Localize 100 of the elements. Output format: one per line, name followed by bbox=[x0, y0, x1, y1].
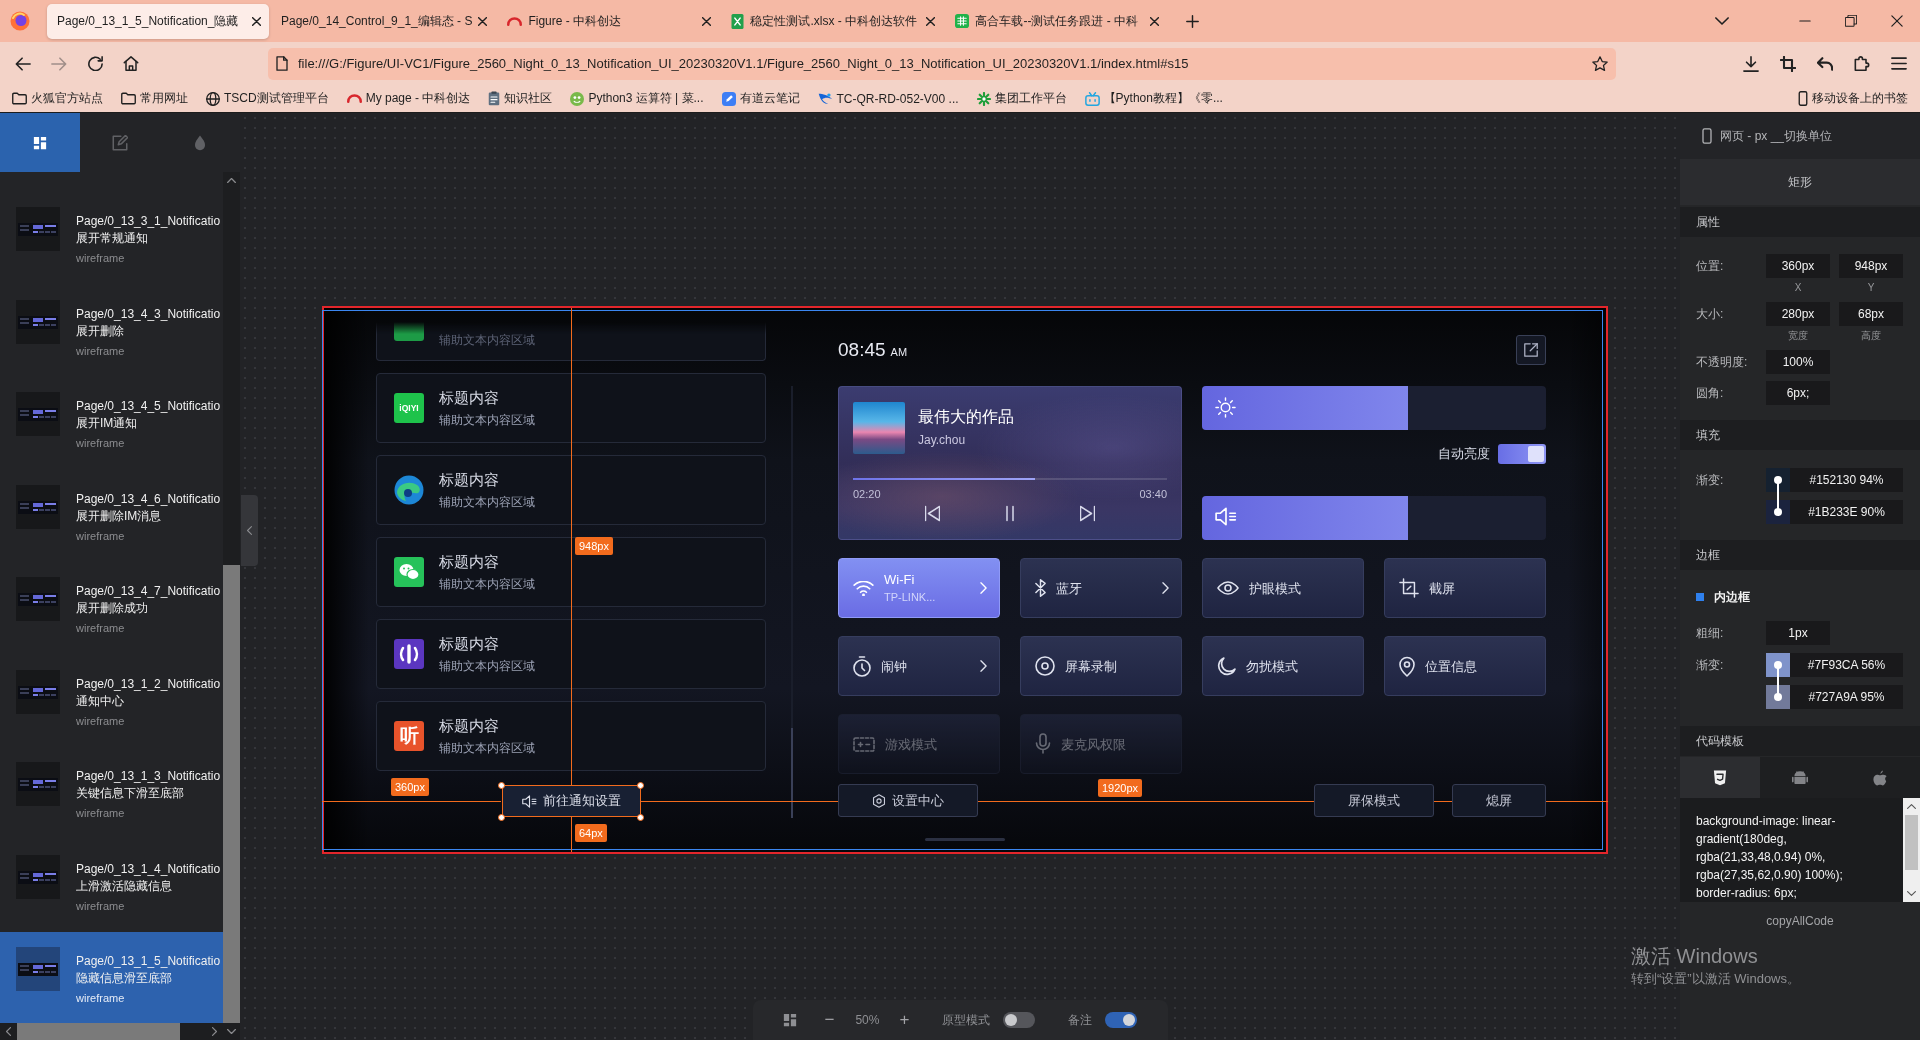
scrollbar-thumb[interactable] bbox=[791, 728, 793, 818]
chevron-down-icon[interactable] bbox=[227, 1029, 236, 1034]
notification-card[interactable]: 听 标题内容 辅助文本内容区域 bbox=[376, 701, 766, 771]
browser-tab[interactable]: Figure - 中科创达 bbox=[497, 3, 720, 39]
gradient-handle-icon[interactable] bbox=[1773, 475, 1783, 517]
scrollbar-thumb[interactable] bbox=[17, 1023, 180, 1040]
value-field[interactable]: 360px bbox=[1766, 254, 1830, 278]
value-field[interactable]: 100% bbox=[1766, 350, 1830, 374]
page-list-item[interactable]: Page/0_13_4_5_Notificatio 展开IM通知 wireframe bbox=[0, 377, 223, 470]
download-icon[interactable] bbox=[1743, 55, 1759, 72]
chevron-down-icon[interactable] bbox=[1715, 17, 1729, 25]
scrollbar-thumb[interactable] bbox=[223, 565, 240, 1023]
curved-arrow-icon[interactable] bbox=[1817, 56, 1833, 71]
resize-handle[interactable] bbox=[637, 813, 644, 821]
quick-setting-tile[interactable]: 截屏 bbox=[1384, 558, 1546, 618]
value-field[interactable]: 68px bbox=[1839, 302, 1903, 326]
bookmark[interactable]: TC-QR-RD-052-V00 ... bbox=[817, 91, 959, 106]
copy-all-code-button[interactable]: copyAllCode bbox=[1680, 902, 1920, 940]
bookmark[interactable]: Python3 运算符 | 菜... bbox=[570, 90, 704, 107]
plus-icon[interactable] bbox=[1186, 14, 1200, 28]
bookmark[interactable]: 移动设备上的书签 bbox=[1798, 90, 1908, 107]
close-icon[interactable] bbox=[702, 16, 712, 26]
crop-icon[interactable] bbox=[1780, 55, 1796, 72]
close-icon[interactable] bbox=[478, 16, 488, 26]
page-list-item[interactable]: Page/0_13_4_3_Notificatio 展开删除 wireframe bbox=[0, 284, 223, 377]
resize-handle[interactable] bbox=[637, 781, 644, 789]
volume-slider[interactable] bbox=[1202, 496, 1546, 540]
browser-logo-icon[interactable] bbox=[10, 11, 30, 31]
value-field[interactable]: #7F93CA 56% bbox=[1790, 653, 1903, 677]
value-field[interactable]: 280px bbox=[1766, 302, 1830, 326]
value-field[interactable]: 6px; bbox=[1766, 381, 1830, 405]
bookmark[interactable]: My page - 中科创达 bbox=[346, 90, 471, 107]
star-icon[interactable] bbox=[1592, 55, 1608, 72]
close-icon[interactable] bbox=[1891, 15, 1903, 27]
page-list-item[interactable]: Page/0_13_3_1_Notificatio 展开常规通知 wireframe bbox=[0, 192, 223, 285]
reload-icon[interactable] bbox=[87, 56, 103, 71]
dashboard-icon[interactable] bbox=[782, 1013, 797, 1027]
menu-icon[interactable] bbox=[1891, 57, 1907, 70]
code-tab[interactable] bbox=[1680, 757, 1760, 798]
action-button[interactable]: 屏保模式 bbox=[1314, 784, 1434, 817]
quick-setting-tile[interactable]: 蓝牙 bbox=[1020, 558, 1182, 618]
restore-icon[interactable] bbox=[1845, 15, 1857, 27]
collapse-handle[interactable] bbox=[241, 495, 258, 566]
auto-brightness-toggle[interactable] bbox=[1498, 444, 1546, 464]
next-icon[interactable] bbox=[1080, 505, 1095, 522]
quick-setting-tile[interactable]: 屏幕录制 bbox=[1020, 636, 1182, 696]
bookmark[interactable]: TSCD测试管理平台 bbox=[206, 90, 329, 107]
puzzle-icon[interactable] bbox=[1854, 55, 1870, 72]
scrollbar-thumb[interactable] bbox=[1905, 815, 1918, 870]
quick-setting-tile[interactable]: 勿扰模式 bbox=[1202, 636, 1364, 696]
page-list-item[interactable]: Page/0_13_4_6_Notificatio 展开删除IM消息 wireframe bbox=[0, 469, 223, 562]
bookmark[interactable]: 有道云笔记 bbox=[721, 90, 800, 107]
value-field[interactable]: #727A9A 95% bbox=[1790, 685, 1903, 709]
quick-setting-tile[interactable]: 护眼模式 bbox=[1202, 558, 1364, 618]
bookmark[interactable]: 常用网址 bbox=[121, 90, 188, 107]
address-bar[interactable]: file:///G:/Figure/UI-VC1/Figure_2560_Night_0_13_Notification_UI_20230320V1.1/Figure_2560_Night_0_13_Notification_UI_20230320V1.1/index.html#s15 bbox=[268, 47, 1616, 80]
bookmark[interactable]: 火狐官方站点 bbox=[12, 90, 103, 107]
gradient-handle-icon[interactable] bbox=[1773, 660, 1783, 702]
action-button[interactable]: 设置中心 bbox=[838, 784, 978, 817]
scrollbar[interactable] bbox=[0, 1023, 240, 1040]
browser-tab[interactable]: Page/0_14_Control_9_1_编辑态 - S bbox=[271, 3, 496, 39]
toggle-switch[interactable] bbox=[1105, 1012, 1138, 1028]
close-icon[interactable] bbox=[1150, 16, 1160, 26]
value-field[interactable]: #152130 94% bbox=[1790, 468, 1903, 492]
sidebar-tab[interactable] bbox=[0, 113, 80, 172]
resize-handle[interactable] bbox=[498, 781, 505, 789]
action-button[interactable]: 熄屏 bbox=[1452, 784, 1546, 817]
notification-settings-button[interactable]: 前往通知设置 bbox=[501, 785, 641, 817]
notification-card[interactable]: 标题内容 辅助文本内容区域 bbox=[376, 619, 766, 689]
previous-icon[interactable] bbox=[925, 505, 940, 522]
browser-tab[interactable]: Page/0_13_1_5_Notification_隐藏 bbox=[47, 3, 269, 39]
page-list-item[interactable]: Page/0_13_1_3_Notificatio 关键信息下滑至底部 wireframe bbox=[0, 747, 223, 840]
value-field[interactable]: #1B233E 90% bbox=[1790, 500, 1903, 524]
chevron-left-icon[interactable] bbox=[6, 1027, 11, 1036]
brightness-slider[interactable] bbox=[1202, 386, 1546, 430]
checkbox[interactable] bbox=[1696, 593, 1704, 601]
page-list-item[interactable]: Page/0_13_1_5_Notificatio 隐藏信息滑至底部 wireframe bbox=[0, 932, 223, 1023]
resize-handle[interactable] bbox=[498, 813, 505, 821]
zoom-in-button[interactable]: + bbox=[899, 1010, 910, 1030]
quick-setting-tile[interactable]: 位置信息 bbox=[1384, 636, 1546, 696]
chevron-right-icon[interactable] bbox=[212, 1027, 217, 1036]
close-icon[interactable] bbox=[926, 16, 936, 26]
browser-tab[interactable]: 稳定性测试.xlsx - 中科创达软件 bbox=[721, 3, 944, 39]
bookmark[interactable]: 【Python教程】《零... bbox=[1084, 90, 1223, 107]
toggle-switch[interactable] bbox=[1003, 1012, 1036, 1028]
value-field[interactable]: 1px bbox=[1766, 621, 1830, 645]
pause-icon[interactable] bbox=[1006, 505, 1014, 522]
page-list-item[interactable]: Page/0_13_1_4_Notificatio 上滑激活隐藏信息 wireframe bbox=[0, 839, 223, 932]
page-list-item[interactable]: Page/0_13_1_2_Notificatio 通知中心 wireframe bbox=[0, 654, 223, 747]
chevron-up-icon[interactable] bbox=[227, 178, 236, 183]
bookmark[interactable]: 知识社区 bbox=[488, 90, 553, 107]
scrollbar[interactable] bbox=[1903, 798, 1920, 902]
scrollbar[interactable] bbox=[223, 172, 240, 1023]
notification-card[interactable]: 标题内容 辅助文本内容区域 bbox=[376, 455, 766, 525]
zoom-out-button[interactable]: − bbox=[824, 1010, 835, 1030]
chevron-down-icon[interactable] bbox=[1907, 891, 1916, 896]
close-icon[interactable] bbox=[252, 16, 261, 26]
back-icon[interactable] bbox=[15, 56, 31, 71]
notification-card[interactable]: iQIYI 标题内容 辅助文本内容区域 bbox=[376, 373, 766, 443]
unit-setting-link[interactable]: 网页 - px __切换单位 bbox=[1720, 127, 1833, 145]
